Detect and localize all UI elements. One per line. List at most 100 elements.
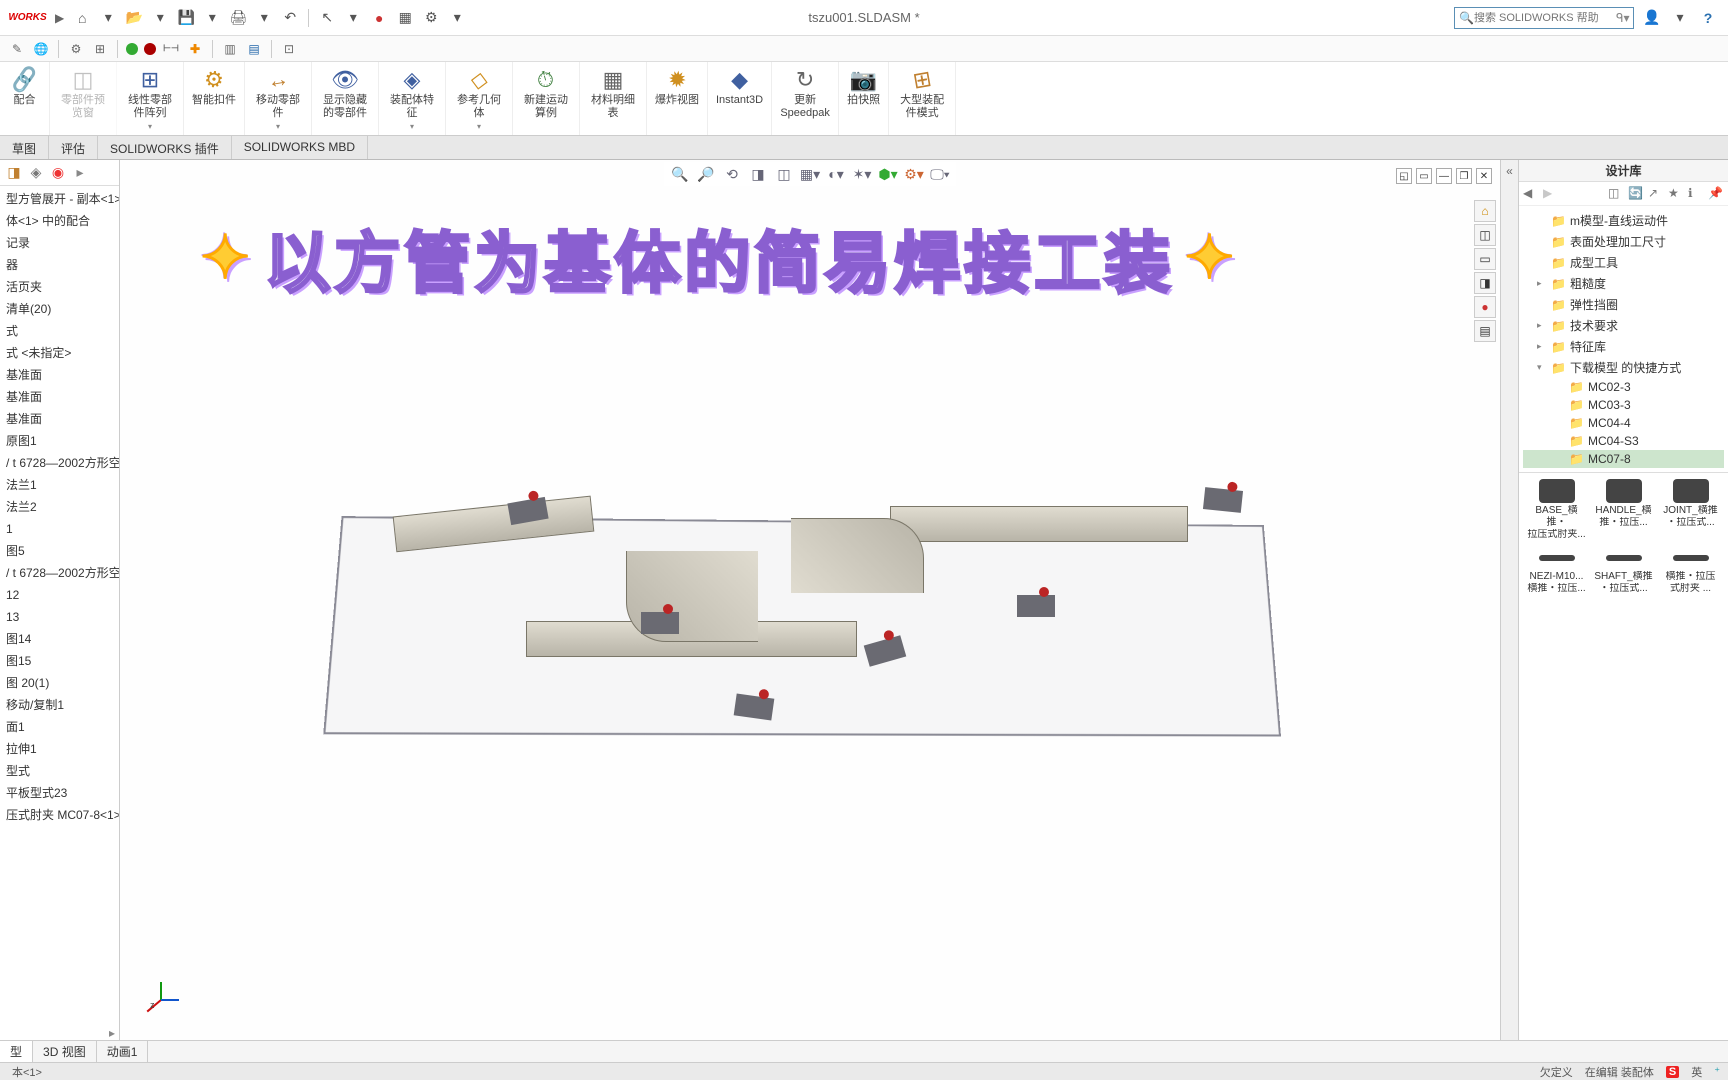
feature-tree-item[interactable]: 压式肘夹 MC07-8<1> <box>2 804 117 826</box>
logo-play-icon[interactable]: ▶ <box>55 11 64 25</box>
design-lib-thumbnail[interactable]: BASE_横推・拉压式肘夹... <box>1525 479 1588 541</box>
feature-tree-item[interactable]: 平板型式23 <box>2 782 117 804</box>
tool-icon[interactable]: 🔄 <box>1628 186 1644 202</box>
feature-tree-item[interactable]: 式 <box>2 320 117 342</box>
expand-icon[interactable]: ▸ <box>72 165 88 181</box>
feature-tree-item[interactable]: 12 <box>2 584 117 606</box>
tab-mbd[interactable]: SOLIDWORKS MBD <box>232 136 368 159</box>
edit-appearance-icon[interactable]: ✶▾ <box>852 164 872 184</box>
feature-tree-item[interactable]: 原图1 <box>2 430 117 452</box>
view-tab-model[interactable]: 型 <box>0 1041 33 1062</box>
ribbon-large-assembly[interactable]: ⊞大型装配件模式 <box>889 62 956 135</box>
feature-tree-item[interactable]: 图14 <box>2 628 117 650</box>
search-dropdown-icon[interactable]: ᑫ▾ <box>1616 11 1630 25</box>
new-icon[interactable]: ▾ <box>98 8 118 28</box>
green-dot-icon[interactable] <box>126 43 138 55</box>
dropdown-icon[interactable]: ▾ <box>1670 8 1690 28</box>
design-lib-thumbnail[interactable]: 横推・拉压式肘夹 ... <box>1659 545 1722 595</box>
design-lib-thumbnail[interactable]: SHAFT_横推・拉压式... <box>1592 545 1655 595</box>
design-lib-folder[interactable]: ▸📁技术要求 <box>1523 315 1724 336</box>
ribbon-mate[interactable]: 🔗配合 <box>0 62 50 135</box>
dropdown-icon[interactable]: ▾ <box>150 8 170 28</box>
globe-icon[interactable]: 🌐 <box>32 40 50 58</box>
design-lib-folder[interactable]: ▸📁特征库 <box>1523 336 1724 357</box>
design-lib-folder[interactable]: 📁MC03-3 <box>1523 396 1724 414</box>
help-search-input[interactable] <box>1474 12 1616 24</box>
feature-tree-icon[interactable]: ◨ <box>6 165 22 181</box>
view-settings-icon[interactable]: ⚙▾ <box>904 164 924 184</box>
design-lib-tab-icon[interactable]: ◫ <box>1474 224 1496 246</box>
plus-icon[interactable]: ✚ <box>186 40 204 58</box>
tool-icon[interactable]: ⊡ <box>280 40 298 58</box>
undo-icon[interactable]: ↶ <box>280 8 300 28</box>
feature-tree-item[interactable]: 式 <未指定> <box>2 342 117 364</box>
ribbon-pattern[interactable]: ⊞线性零部件阵列▾ <box>117 62 184 135</box>
feature-tree-item[interactable]: 法兰1 <box>2 474 117 496</box>
feature-tree[interactable]: 型方管展开 - 副本<1>体<1> 中的配合记录器活页夹清单(20)式式 <未指… <box>0 186 119 1026</box>
design-lib-folder[interactable]: ▸📁粗糙度 <box>1523 273 1724 294</box>
feature-tree-item[interactable]: 清单(20) <box>2 298 117 320</box>
rebuild-icon[interactable]: ● <box>369 8 389 28</box>
file-explorer-tab-icon[interactable]: ▭ <box>1474 248 1496 270</box>
screen-icon[interactable]: 🖵▾ <box>930 164 950 184</box>
vp-max-icon[interactable]: ▭ <box>1416 168 1432 184</box>
dropdown-icon[interactable]: ▾ <box>254 8 274 28</box>
settings-icon[interactable]: ⚙ <box>421 8 441 28</box>
custom-props-tab-icon[interactable]: ▤ <box>1474 320 1496 342</box>
feature-tree-item[interactable]: 图5 <box>2 540 117 562</box>
home-tab-icon[interactable]: ⌂ <box>1474 200 1496 222</box>
feature-tree-item[interactable]: 记录 <box>2 232 117 254</box>
vp-float-icon[interactable]: ◱ <box>1396 168 1412 184</box>
display-style-icon[interactable]: ▦▾ <box>800 164 820 184</box>
design-lib-folder[interactable]: 📁MC04-S3 <box>1523 432 1724 450</box>
feature-tree-item[interactable]: 13 <box>2 606 117 628</box>
tool-icon[interactable]: ★ <box>1668 186 1684 202</box>
open-icon[interactable]: 📂 <box>124 8 144 28</box>
design-lib-folder[interactable]: 📁MC07-8 <box>1523 450 1724 468</box>
tool-icon[interactable]: ◫ <box>1608 186 1624 202</box>
tool-icon[interactable]: ⊞ <box>91 40 109 58</box>
ime-lang[interactable]: 英 <box>1691 1064 1702 1080</box>
feature-tree-item[interactable]: 图15 <box>2 650 117 672</box>
zoom-area-icon[interactable]: 🔎 <box>696 164 716 184</box>
graphics-viewport[interactable]: 🔍 🔎 ⟲ ◨ ◫ ▦▾ ◐▾ ✶▾ ⬢▾ ⚙▾ 🖵▾ ◱ ▭ — ❐ ✕ ⌂ … <box>120 160 1500 1040</box>
user-icon[interactable]: 👤 <box>1642 8 1662 28</box>
tool-icon[interactable]: ▥ <box>221 40 239 58</box>
config-icon[interactable]: ◈ <box>28 165 44 181</box>
design-lib-folder[interactable]: 📁MC02-3 <box>1523 378 1724 396</box>
dropdown-icon[interactable]: ▾ <box>202 8 222 28</box>
ribbon-snapshot[interactable]: 📷拍快照 <box>839 62 889 135</box>
design-lib-thumbnail[interactable]: NEZI-M10...横推・拉压... <box>1525 545 1588 595</box>
prev-view-icon[interactable]: ⟲ <box>722 164 742 184</box>
feature-tree-item[interactable]: / t 6728—2002方形空心 <box>2 562 117 584</box>
ribbon-move-component[interactable]: ↔移动零部件▾ <box>245 62 312 135</box>
ribbon-reference-geometry[interactable]: ◇参考几何体▾ <box>446 62 513 135</box>
gear-icon[interactable]: ⚙ <box>67 40 85 58</box>
back-icon[interactable]: ◀ <box>1523 186 1539 202</box>
feature-tree-item[interactable]: 体<1> 中的配合 <box>2 210 117 232</box>
help-icon[interactable]: ? <box>1698 8 1718 28</box>
vp-min-icon[interactable]: — <box>1436 168 1452 184</box>
scroll-right-icon[interactable]: ▸ <box>109 1026 115 1040</box>
tab-addins[interactable]: SOLIDWORKS 插件 <box>98 136 232 159</box>
dropdown-icon[interactable]: ▾ <box>447 8 467 28</box>
pin-icon[interactable]: 📌 <box>1708 186 1724 202</box>
vp-close-icon[interactable]: ✕ <box>1476 168 1492 184</box>
tab-evaluate[interactable]: 评估 <box>49 136 98 159</box>
dim-icon[interactable]: ⊢⊣ <box>162 40 180 58</box>
design-lib-thumbnail[interactable]: HANDLE_横推・拉压... <box>1592 479 1655 541</box>
tab-sketch[interactable]: 草图 <box>0 136 49 159</box>
tool-icon[interactable]: ℹ <box>1688 186 1704 202</box>
ribbon-show-hidden[interactable]: 👁显示隐藏的零部件 <box>312 62 379 135</box>
feature-tree-item[interactable]: 基准面 <box>2 386 117 408</box>
task-pane-collapse[interactable]: « <box>1500 160 1518 1040</box>
view-tab-3dviews[interactable]: 3D 视图 <box>33 1041 97 1062</box>
ribbon-speedpak[interactable]: ↻更新Speedpak <box>772 62 839 135</box>
feature-tree-item[interactable]: 图 20(1) <box>2 672 117 694</box>
apply-scene-icon[interactable]: ⬢▾ <box>878 164 898 184</box>
vp-restore-icon[interactable]: ❐ <box>1456 168 1472 184</box>
feature-tree-item[interactable]: 面1 <box>2 716 117 738</box>
ribbon-smart-fasteners[interactable]: ⚙智能扣件 <box>184 62 245 135</box>
dropdown-icon[interactable]: ▾ <box>343 8 363 28</box>
options-icon[interactable]: ▦ <box>395 8 415 28</box>
